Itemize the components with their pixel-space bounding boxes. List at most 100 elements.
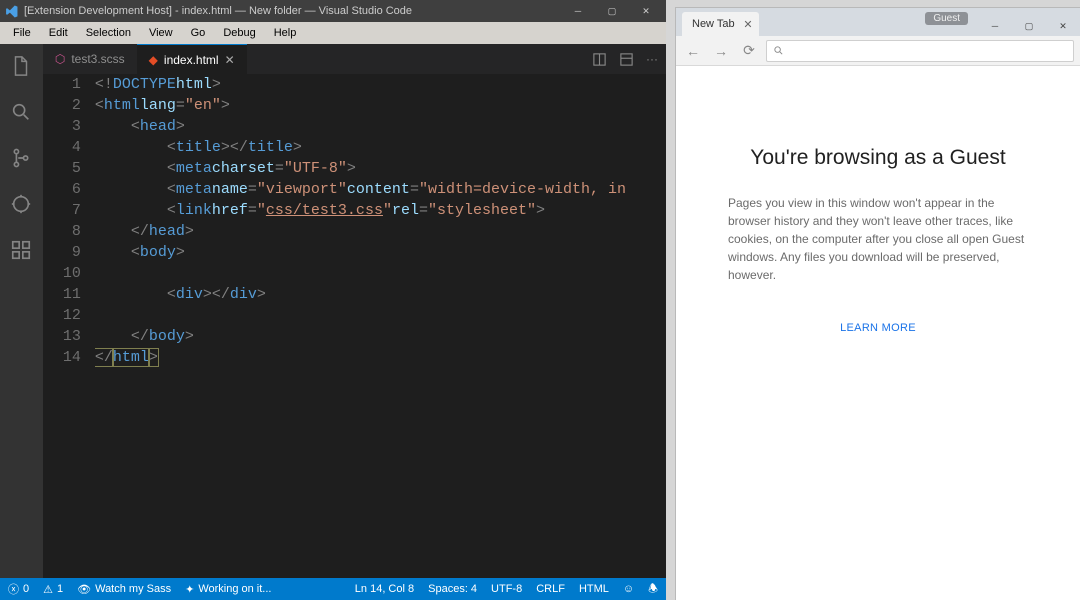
vscode-logo-icon xyxy=(4,4,18,18)
search-icon[interactable] xyxy=(7,98,35,126)
code-line[interactable]: <title></title> xyxy=(95,137,626,158)
line-number: 9 xyxy=(43,242,81,263)
line-number: 8 xyxy=(43,221,81,242)
menu-help[interactable]: Help xyxy=(267,25,304,41)
tab-label: index.html xyxy=(164,53,219,67)
code-line[interactable]: <metacharset="UTF-8"> xyxy=(95,158,626,179)
explorer-icon[interactable] xyxy=(7,52,35,80)
line-number: 11 xyxy=(43,284,81,305)
code-editor[interactable]: 1234567891011121314 <!DOCTYPEhtml><htmll… xyxy=(43,74,666,578)
status-feedback-icon[interactable]: ☺ xyxy=(623,580,634,599)
line-number: 13 xyxy=(43,326,81,347)
menu-selection[interactable]: Selection xyxy=(79,25,138,41)
learn-more-link[interactable]: LEARN MORE xyxy=(840,322,916,334)
window-controls: ─ ▢ ✕ xyxy=(562,1,662,21)
line-number: 7 xyxy=(43,200,81,221)
line-number: 10 xyxy=(43,263,81,284)
editor-tabbar: ⬡ test3.scss ◆ index.html ✕ ··· xyxy=(43,44,666,74)
status-bar: ⓧ 0 ⚠ 1 👁 Watch my Sass ✦ Working on it.… xyxy=(0,578,666,600)
close-icon[interactable]: ✕ xyxy=(743,18,752,31)
error-icon: ⓧ xyxy=(8,581,19,597)
search-icon xyxy=(773,45,784,56)
scss-file-icon: ⬡ xyxy=(55,52,65,66)
menu-edit[interactable]: Edit xyxy=(42,25,75,41)
debug-icon[interactable] xyxy=(7,190,35,218)
minimize-button[interactable]: ─ xyxy=(978,16,1012,36)
status-bell-icon[interactable]: 🕭 xyxy=(648,580,658,599)
code-line[interactable]: <metaname="viewport"content="width=devic… xyxy=(95,179,626,200)
html-file-icon: ◆ xyxy=(149,53,158,67)
guest-badge[interactable]: Guest xyxy=(925,12,968,25)
more-icon[interactable]: ··· xyxy=(646,52,658,66)
forward-button[interactable]: → xyxy=(710,40,732,62)
warning-icon: ⚠ xyxy=(43,583,53,596)
code-line[interactable] xyxy=(95,263,626,284)
line-gutter: 1234567891011121314 xyxy=(43,74,95,578)
status-watch-sass[interactable]: 👁 Watch my Sass xyxy=(77,583,171,596)
address-bar[interactable] xyxy=(766,40,1074,62)
menu-go[interactable]: Go xyxy=(184,25,213,41)
window-controls: ─ ▢ ✕ xyxy=(978,16,1080,36)
code-line[interactable]: <head> xyxy=(95,116,626,137)
code-line[interactable]: <div></div> xyxy=(95,284,626,305)
code-line[interactable]: <body> xyxy=(95,242,626,263)
code-line[interactable]: </body> xyxy=(95,326,626,347)
line-number: 4 xyxy=(43,137,81,158)
line-number: 6 xyxy=(43,179,81,200)
chrome-toolbar: ← → ⟳ xyxy=(676,36,1080,66)
chrome-tabstrip: New Tab ✕ Guest ─ ▢ ✕ xyxy=(676,8,1080,36)
menu-file[interactable]: File xyxy=(6,25,38,41)
status-working[interactable]: ✦ Working on it... xyxy=(185,583,271,596)
maximize-button[interactable]: ▢ xyxy=(596,1,628,21)
vscode-menubar: File Edit Selection View Go Debug Help xyxy=(0,22,666,44)
split-editor-icon[interactable] xyxy=(592,52,607,67)
minimize-button[interactable]: ─ xyxy=(562,1,594,21)
back-button[interactable]: ← xyxy=(682,40,704,62)
tab-test3-scss[interactable]: ⬡ test3.scss xyxy=(43,44,137,74)
close-button[interactable]: ✕ xyxy=(630,1,662,21)
vscode-window: [Extension Development Host] - index.htm… xyxy=(0,0,666,600)
source-control-icon[interactable] xyxy=(7,144,35,172)
reload-button[interactable]: ⟳ xyxy=(738,40,760,62)
line-number: 5 xyxy=(43,158,81,179)
menu-view[interactable]: View xyxy=(142,25,180,41)
close-icon[interactable]: ✕ xyxy=(225,53,235,67)
menu-debug[interactable]: Debug xyxy=(216,25,262,41)
status-encoding[interactable]: UTF-8 xyxy=(491,580,522,599)
minimap[interactable] xyxy=(626,74,666,578)
status-eol[interactable]: CRLF xyxy=(536,580,565,599)
line-number: 14 xyxy=(43,347,81,368)
layout-icon[interactable] xyxy=(619,52,634,67)
chrome-tab[interactable]: New Tab ✕ xyxy=(682,12,759,36)
vscode-titlebar[interactable]: [Extension Development Host] - index.htm… xyxy=(0,0,666,22)
code-line[interactable] xyxy=(95,305,626,326)
status-spaces[interactable]: Spaces: 4 xyxy=(428,580,477,599)
guest-page: You're browsing as a Guest Pages you vie… xyxy=(676,66,1080,600)
maximize-button[interactable]: ▢ xyxy=(1012,16,1046,36)
line-number: 3 xyxy=(43,116,81,137)
code-line[interactable]: <!DOCTYPEhtml> xyxy=(95,74,626,95)
code-line[interactable]: <linkhref="css/test3.css"rel="stylesheet… xyxy=(95,200,626,221)
vscode-body: ⬡ test3.scss ◆ index.html ✕ ··· xyxy=(0,44,666,578)
status-warnings[interactable]: ⚠ 1 xyxy=(43,583,63,596)
code-line[interactable]: </html> xyxy=(95,347,626,368)
code-line[interactable]: <htmllang="en"> xyxy=(95,95,626,116)
spinner-icon: ✦ xyxy=(185,583,194,596)
status-lang[interactable]: HTML xyxy=(579,580,609,599)
extensions-icon[interactable] xyxy=(7,236,35,264)
code-content[interactable]: <!DOCTYPEhtml><htmllang="en"> <head> <ti… xyxy=(95,74,626,578)
status-cursor-pos[interactable]: Ln 14, Col 8 xyxy=(355,580,414,599)
tab-index-html[interactable]: ◆ index.html ✕ xyxy=(137,44,247,74)
editor-actions: ··· xyxy=(592,44,666,74)
guest-heading: You're browsing as a Guest xyxy=(750,146,1005,170)
window-title: [Extension Development Host] - index.htm… xyxy=(24,5,562,17)
status-errors[interactable]: ⓧ 0 xyxy=(8,581,29,597)
activity-bar xyxy=(0,44,43,578)
tab-label: test3.scss xyxy=(71,52,124,66)
tab-title: New Tab xyxy=(692,18,735,30)
eye-icon: 👁 xyxy=(77,583,91,596)
editor-area: ⬡ test3.scss ◆ index.html ✕ ··· xyxy=(43,44,666,578)
close-button[interactable]: ✕ xyxy=(1046,16,1080,36)
line-number: 12 xyxy=(43,305,81,326)
code-line[interactable]: </head> xyxy=(95,221,626,242)
